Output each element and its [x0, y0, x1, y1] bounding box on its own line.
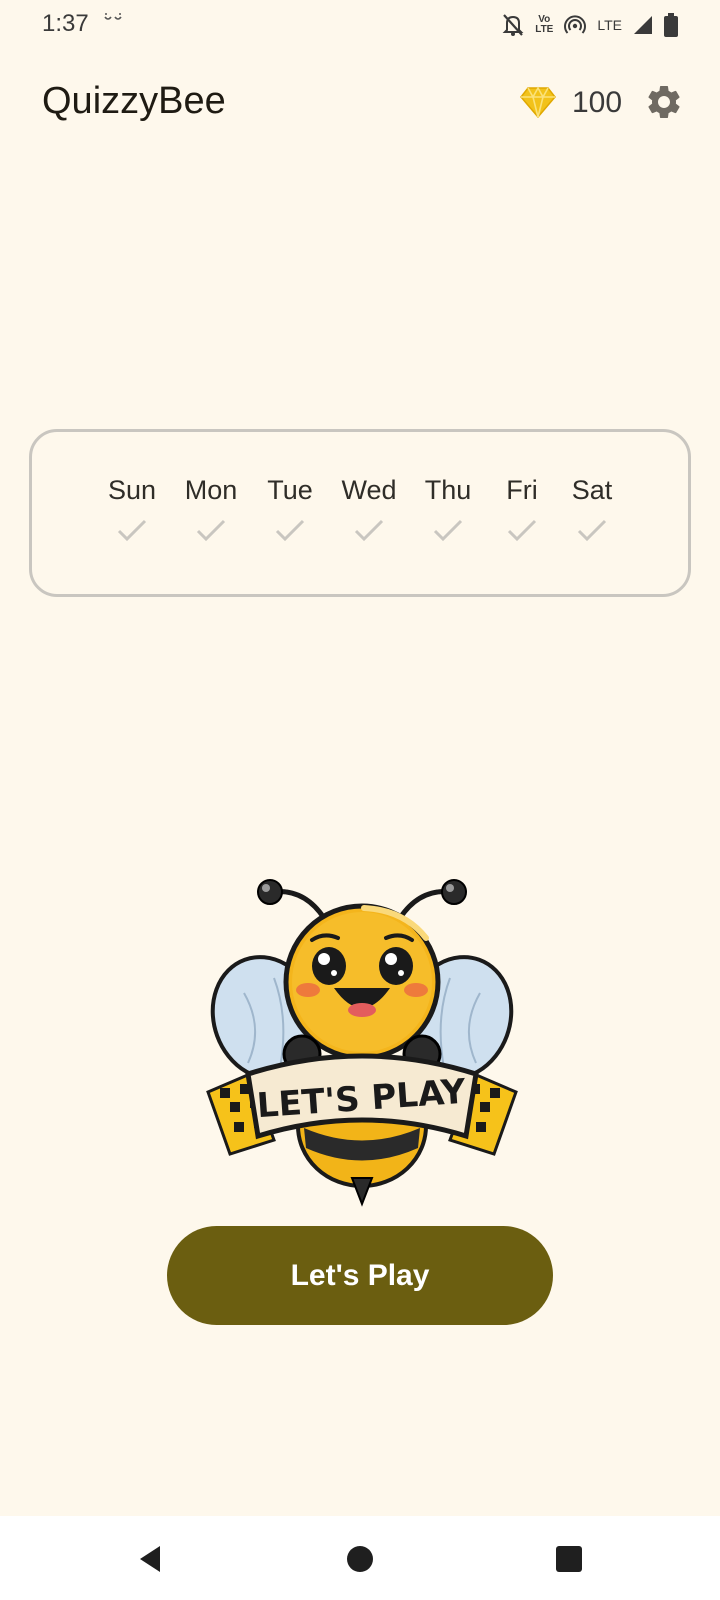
- navigation-bar: [0, 1516, 720, 1600]
- check-icon: [117, 519, 147, 542]
- check-icon: [433, 519, 463, 542]
- back-icon[interactable]: [134, 1542, 168, 1576]
- day-label: Tue: [267, 475, 313, 505]
- status-icons: Vo LTE LTE: [501, 10, 678, 40]
- day-fri: Fri: [482, 474, 562, 542]
- day-sat: Sat: [552, 474, 632, 542]
- day-tue: Tue: [250, 474, 330, 542]
- day-label: Fri: [506, 475, 538, 505]
- check-icon: [507, 519, 537, 542]
- recents-icon[interactable]: [552, 1542, 586, 1576]
- day-mon: Mon: [171, 474, 251, 542]
- diamond-icon: [520, 86, 556, 118]
- settings-gear-icon[interactable]: [644, 82, 684, 122]
- battery-icon: [664, 13, 678, 37]
- day-label: Mon: [184, 475, 238, 505]
- volte-line-2: LTE: [535, 24, 554, 35]
- day-thu: Thu: [408, 474, 488, 542]
- day-label: Sun: [107, 475, 157, 505]
- hotspot-icon: [564, 15, 587, 34]
- bell-off-icon: [502, 14, 524, 36]
- day-sun: Sun: [92, 474, 172, 542]
- day-label: Thu: [424, 475, 472, 505]
- day-label: Sat: [571, 475, 613, 505]
- notification-glyph-icon: [104, 13, 122, 20]
- signal-icon: [634, 16, 652, 34]
- bee-mascot-illustration: LET'S PLAY: [206, 879, 518, 1207]
- week-streak-card: Sun Mon Tue Wed Thu Fri Sat: [29, 429, 691, 597]
- check-icon: [354, 519, 384, 542]
- day-wed: Wed: [329, 474, 409, 542]
- network-type: LTE: [597, 17, 622, 33]
- lets-play-button[interactable]: Let's Play: [167, 1226, 553, 1325]
- volte-indicator: Vo LTE: [535, 15, 553, 35]
- check-icon: [577, 519, 607, 542]
- home-icon[interactable]: [343, 1542, 377, 1576]
- status-bar: 1:37 Vo LTE LTE: [0, 0, 720, 50]
- check-icon: [275, 519, 305, 542]
- status-time: 1:37: [42, 10, 89, 37]
- day-label: Wed: [341, 475, 397, 505]
- check-icon: [196, 519, 226, 542]
- app-title: QuizzyBee: [42, 80, 226, 122]
- gem-count: 100: [572, 86, 623, 119]
